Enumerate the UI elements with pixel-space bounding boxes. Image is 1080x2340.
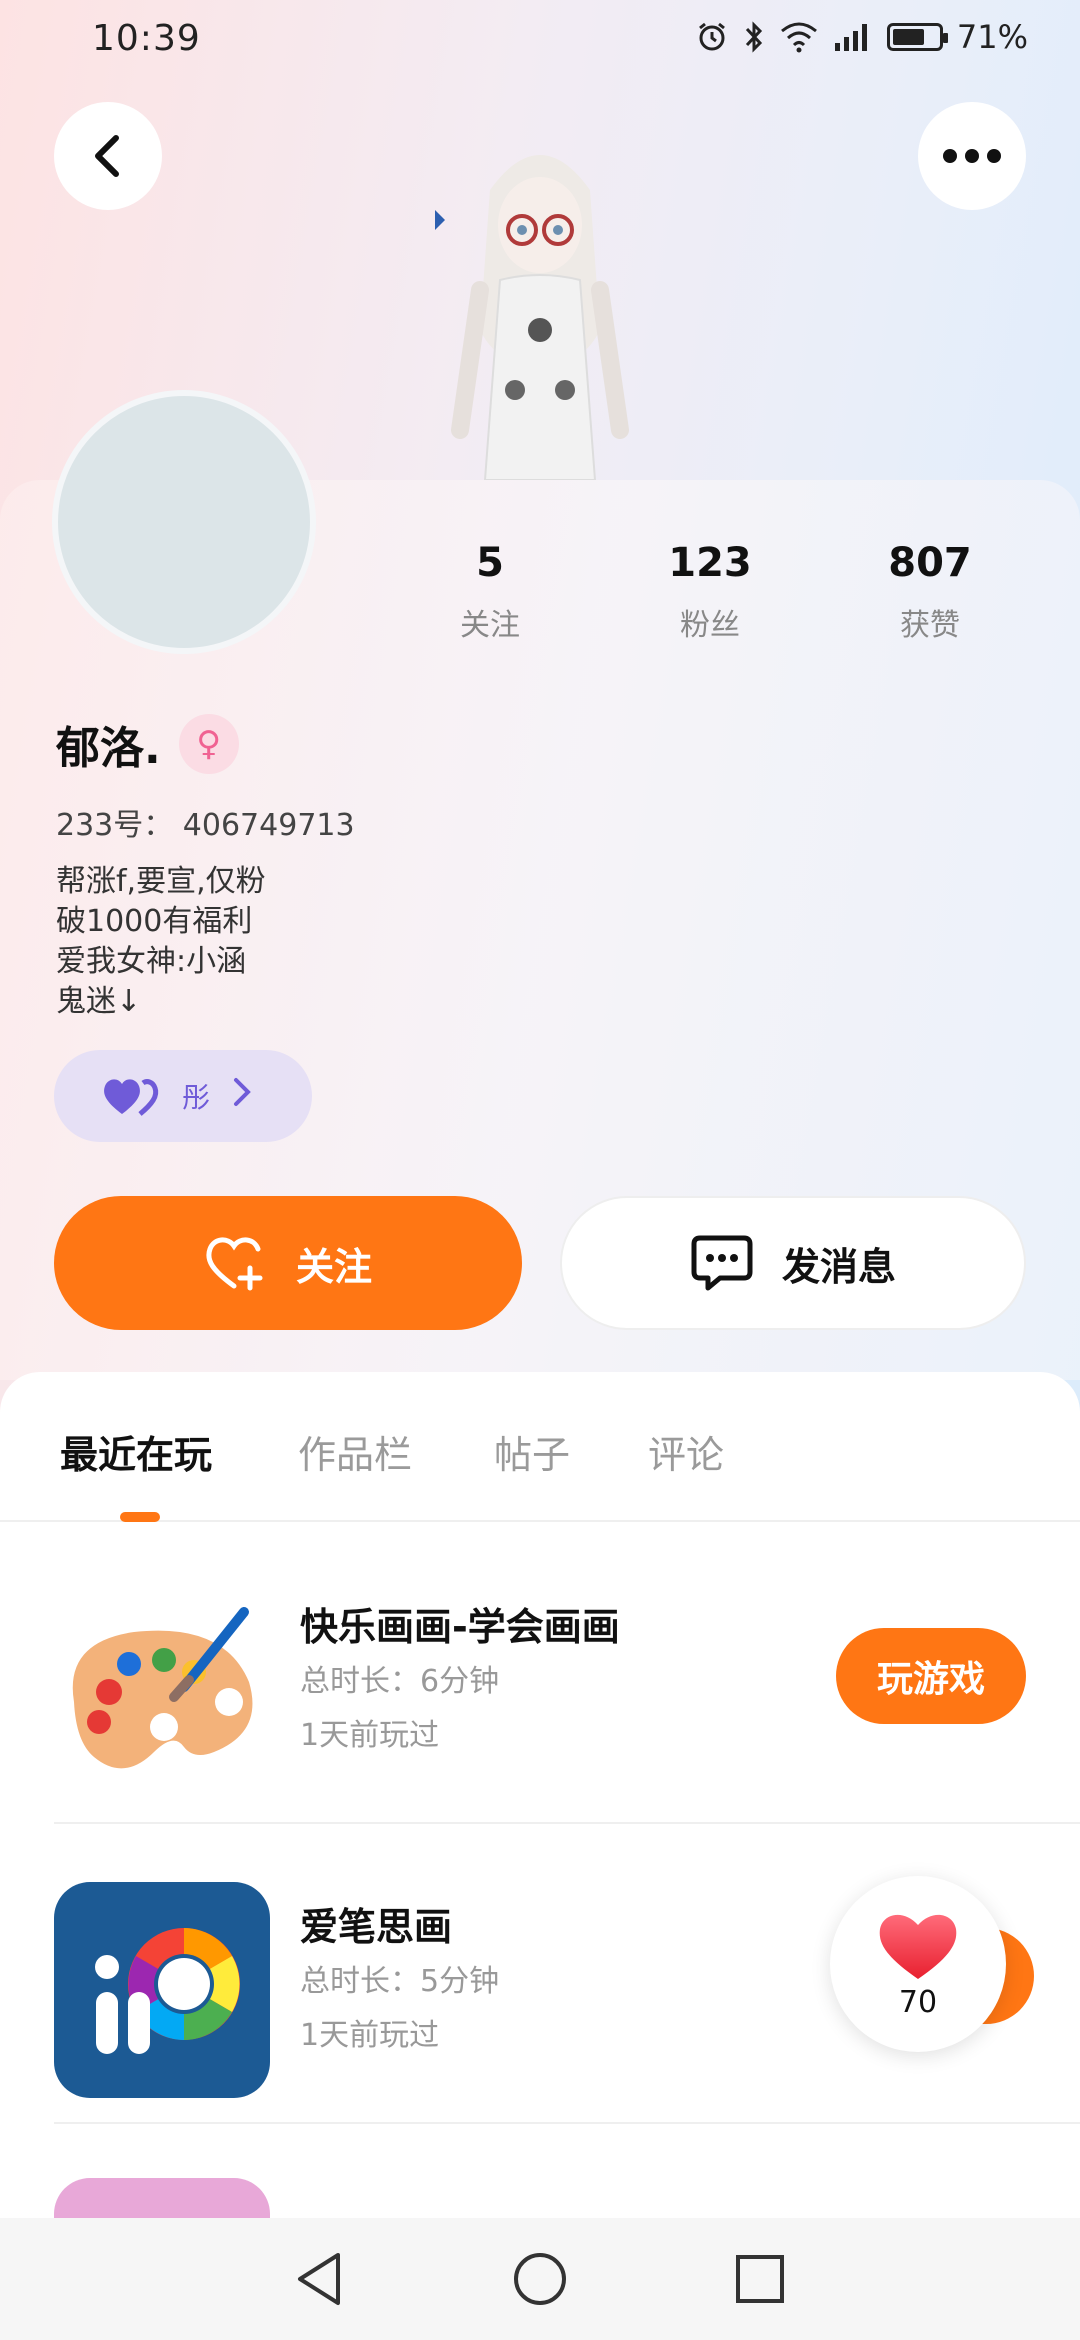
- back-triangle-icon[interactable]: [290, 2249, 350, 2309]
- bio-line: 爱我女神:小涵: [56, 944, 247, 979]
- more-dots-icon: [943, 149, 1001, 163]
- game-duration: 总时长：5分钟: [300, 1964, 500, 1999]
- bluetooth-icon: [743, 20, 765, 54]
- chat-bubble-icon: [691, 1235, 753, 1291]
- game-title: 爱笔思画: [300, 1905, 453, 1949]
- palette-icon: [54, 1582, 270, 1798]
- stat-following[interactable]: 5 关注: [380, 540, 600, 644]
- play-game-button[interactable]: 玩游戏: [836, 1628, 1026, 1724]
- tab-works[interactable]: 作品栏: [298, 1424, 412, 1479]
- stat-likes[interactable]: 807 获赞: [820, 540, 1040, 644]
- stat-followers[interactable]: 123 粉丝: [600, 540, 820, 644]
- game-last-played: 1天前玩过: [300, 1718, 440, 1753]
- female-icon: ♀: [178, 714, 239, 774]
- list-item[interactable]: 快乐画画-学会画画 总时长：6分钟 1天前玩过 玩游戏: [54, 1524, 1080, 1824]
- tab-comments[interactable]: 评论: [648, 1424, 724, 1479]
- recent-square-icon[interactable]: [730, 2249, 790, 2309]
- ibispaint-icon: [54, 1882, 270, 2098]
- wifi-icon: [779, 21, 819, 53]
- stat-value: 5: [476, 540, 504, 586]
- stat-label: 关注: [460, 608, 520, 643]
- bio-line: 帮涨f,要宣,仅粉: [56, 864, 266, 899]
- user-id: 233号： 406749713: [56, 808, 355, 843]
- avatar[interactable]: [52, 390, 316, 654]
- stat-value: 123: [668, 540, 752, 586]
- user-name: 郁洛.: [56, 723, 161, 774]
- battery-icon: [886, 23, 948, 51]
- game-duration: 总时长：6分钟: [300, 1664, 500, 1699]
- stat-value: 807: [888, 540, 972, 586]
- status-time: 10:39: [92, 18, 201, 59]
- back-button[interactable]: [54, 102, 162, 210]
- status-bar: 10:39 71%: [0, 0, 1080, 84]
- like-count: 70: [898, 1984, 938, 2020]
- alarm-icon: [695, 20, 729, 54]
- stat-label: 获赞: [900, 608, 960, 643]
- chevron-left-icon: [95, 135, 119, 177]
- system-nav-bar: [0, 2218, 1080, 2340]
- battery-percent: 71%: [956, 18, 1028, 56]
- user-bio: 帮涨f,要宣,仅粉 破1000有福利 爱我女神:小涵 鬼迷↓: [56, 862, 266, 1022]
- more-button[interactable]: [918, 102, 1026, 210]
- heart-plus-icon: [206, 1237, 263, 1291]
- tab-recent[interactable]: 最近在玩: [60, 1424, 212, 1479]
- bio-line: 鬼迷↓: [56, 984, 142, 1019]
- chevron-right-icon: [232, 1076, 252, 1116]
- follow-button[interactable]: 关注: [54, 1196, 522, 1330]
- cp-relation-tag[interactable]: 彤: [54, 1050, 312, 1142]
- home-circle-icon[interactable]: [510, 2249, 570, 2309]
- game-icon-partial: [54, 2178, 270, 2218]
- profile-stats: 5 关注 123 粉丝 807 获赞: [380, 540, 1040, 644]
- like-float-button[interactable]: 70: [830, 1876, 1006, 2052]
- profile-tabs: 最近在玩 作品栏 帖子 评论: [0, 1372, 1080, 1522]
- name-row: 郁洛. ♀: [56, 712, 239, 776]
- tab-posts[interactable]: 帖子: [494, 1424, 570, 1479]
- game-last-played: 1天前玩过: [300, 2018, 440, 2053]
- follow-label: 关注: [295, 1244, 372, 1289]
- heart-icon: [879, 1914, 957, 1979]
- message-button[interactable]: 发消息: [560, 1196, 1026, 1330]
- stat-label: 粉丝: [680, 608, 740, 643]
- double-heart-icon: [104, 1079, 159, 1116]
- character-avatar: [430, 130, 650, 481]
- message-label: 发消息: [781, 1244, 896, 1289]
- cp-tag-label: 彤: [182, 1081, 211, 1114]
- signal-icon: [833, 21, 873, 53]
- bio-line: 破1000有福利: [56, 904, 253, 939]
- game-title: 快乐画画-学会画画: [300, 1605, 620, 1649]
- status-icons: 71%: [695, 18, 1028, 56]
- tab-indicator: [120, 1512, 160, 1522]
